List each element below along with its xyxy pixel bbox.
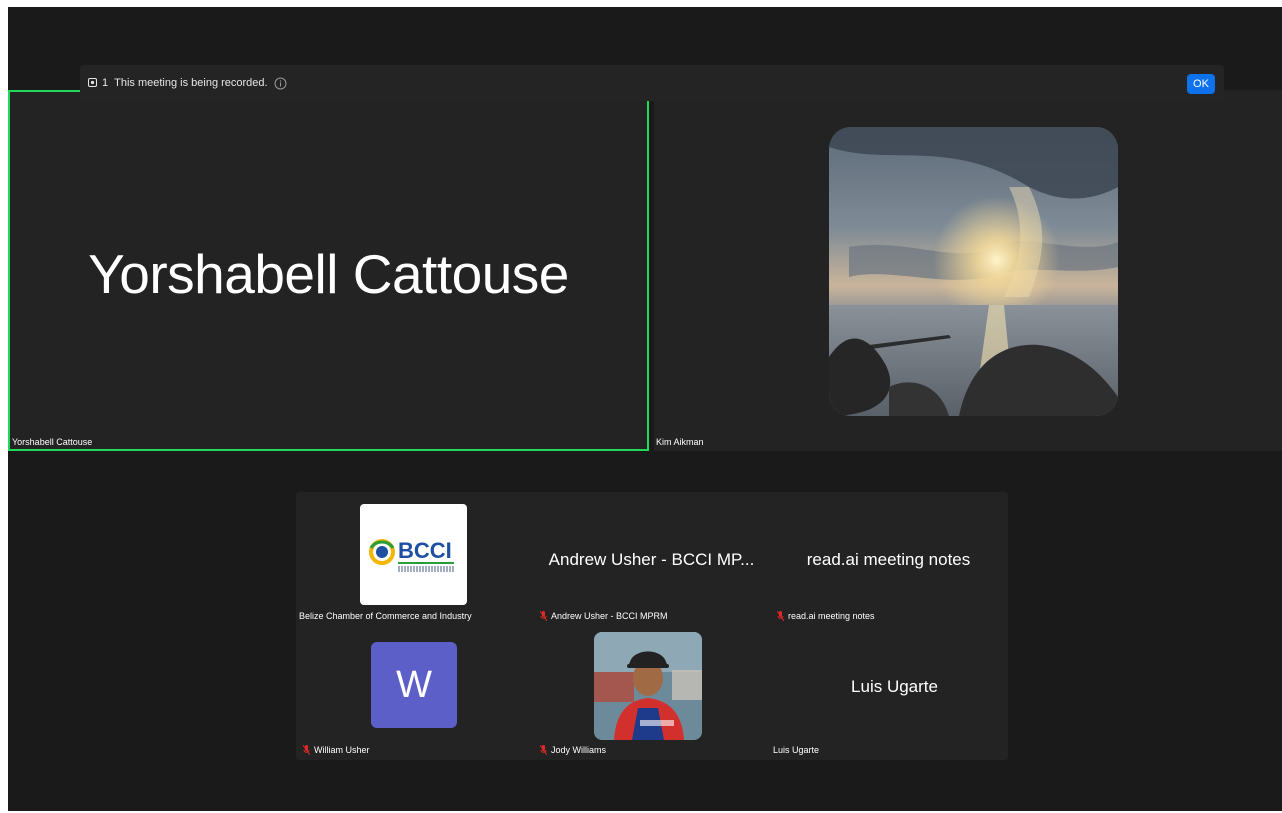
recording-icon [88,77,102,89]
bcci-logo: BCCI [360,504,467,605]
sunset-image [829,127,1118,416]
gallery-tile-bcci[interactable]: BCCI Belize Chamber of Commerce and Indu… [296,492,533,626]
bcci-logo-text: BCCI [398,538,452,563]
recording-message: This meeting is being recorded. [114,77,268,89]
bcci-logo-tagline [398,566,454,572]
gallery-tile-readai[interactable]: read.ai meeting notes read.ai meeting no… [770,492,1007,626]
participant-name-label: Belize Chamber of Commerce and Industry [299,611,472,621]
recording-count: 1 [102,77,109,89]
participant-name-label: Luis Ugarte [773,745,819,755]
gallery-tile-william[interactable]: W William Usher [296,626,533,760]
participant-name-label: William Usher [303,745,370,755]
participant-name: Kim Aikman [656,437,704,447]
participant-display-name: read.ai meeting notes [806,550,971,569]
bcci-logo-underline [398,562,454,564]
participant-name-label: Andrew Usher - BCCI MPRM [540,611,668,621]
gallery-tile-luis[interactable]: Luis Ugarte Luis Ugarte [770,626,1007,760]
muted-mic-icon [540,611,547,621]
gallery-tile-andrew[interactable]: Andrew Usher - BCCI MP... Andrew Usher -… [533,492,770,626]
participant-name: Andrew Usher - BCCI MPRM [551,611,668,621]
active-speaker-tile[interactable]: Yorshabell Cattouse Yorshabell Cattouse [8,90,649,451]
participant-name-label: Jody Williams [540,745,606,755]
participant-name: Belize Chamber of Commerce and Industry [299,611,472,621]
profile-picture-jody [594,632,702,740]
participant-name-label: read.ai meeting notes [777,611,875,621]
participant-name-label: Kim Aikman [656,437,704,447]
participant-display-name: Andrew Usher - BCCI MP... [548,550,755,569]
jody-photo [594,632,702,740]
participant-name: Jody Williams [551,745,607,755]
participant-name: read.ai meeting notes [788,611,875,621]
participant-name: Luis Ugarte [773,745,820,755]
profile-picture-sunset [829,127,1118,416]
muted-mic-icon [303,745,310,755]
avatar: W [371,642,457,728]
info-icon[interactable] [274,76,288,90]
active-speaker-name-label: Yorshabell Cattouse [12,437,92,447]
participant-gallery: BCCI Belize Chamber of Commerce and Indu… [296,492,1008,760]
participant-name: Yorshabell Cattouse [12,437,93,447]
gallery-tile-jody[interactable]: Jody Williams [533,626,770,760]
muted-mic-icon [777,611,784,621]
participant-tile-kim[interactable]: Kim Aikman [654,90,1282,451]
participant-name: William Usher [314,745,370,755]
active-speaker-display-name: Yorshabell Cattouse [88,243,569,305]
participant-display-name: Luis Ugarte [851,677,938,696]
recording-banner: 1 This meeting is being recorded. OK [80,65,1224,101]
muted-mic-icon [540,745,547,755]
zoom-meeting-window: Yorshabell Cattouse Yorshabell Cattouse [8,7,1282,811]
ok-button[interactable]: OK [1187,74,1215,94]
